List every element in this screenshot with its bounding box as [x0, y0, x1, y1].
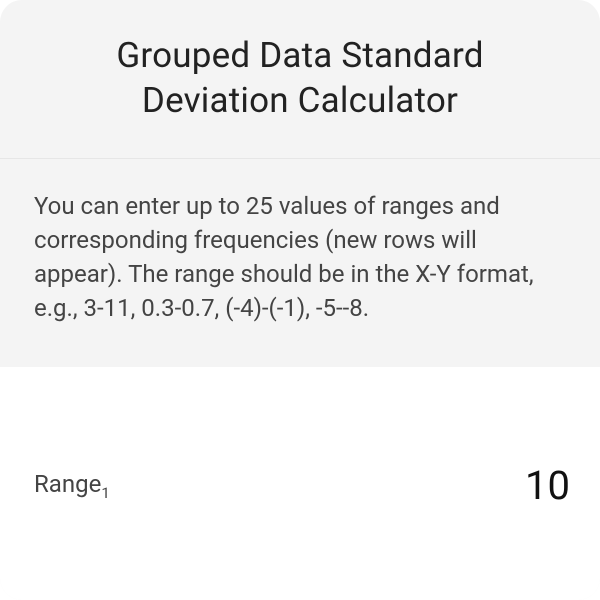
range-label-sub: 1 [101, 484, 109, 502]
instructions-text: You can enter up to 25 values of ranges … [0, 158, 600, 367]
card-header: Grouped Data Standard Deviation Calculat… [0, 0, 600, 158]
range-label-text: Range [34, 470, 101, 498]
range-label: Range1 [34, 470, 110, 502]
range-input[interactable] [370, 462, 570, 509]
calculator-card: Grouped Data Standard Deviation Calculat… [0, 0, 600, 600]
page-title: Grouped Data Standard Deviation Calculat… [40, 34, 560, 124]
input-row: Range1 [0, 367, 600, 600]
